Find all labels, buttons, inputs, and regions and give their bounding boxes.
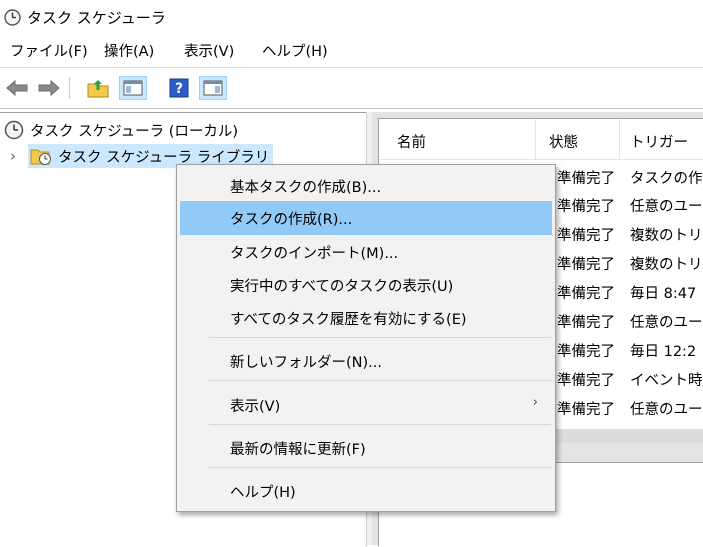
forward-arrow-icon[interactable] (37, 76, 61, 100)
trigger-cell: タスクの作 (630, 171, 703, 187)
status-cell: 準備完了 (557, 257, 615, 273)
list-header: 名前 状態 トリガー (379, 119, 703, 160)
menu-item-help[interactable]: ヘルプ(H) (180, 474, 552, 508)
trigger-cell: 毎日 8:47 (630, 286, 697, 302)
trigger-cell: 複数のトリ (630, 228, 703, 244)
up-folder-icon[interactable] (86, 76, 110, 100)
column-divider[interactable] (619, 119, 620, 159)
menu-help[interactable]: ヘルプ(H) (262, 42, 328, 62)
menu-item-enable-task-history[interactable]: すべてのタスク履歴を有効にする(E) (180, 301, 552, 335)
status-cell: 準備完了 (557, 402, 615, 418)
trigger-cell: 複数のトリ (630, 257, 703, 273)
menu-item-label: タスクのインポート(M)... (230, 246, 399, 262)
menu-item-label: ヘルプ(H) (230, 485, 296, 501)
column-header-status[interactable]: 状態 (549, 131, 578, 152)
menu-item-import-task[interactable]: タスクのインポート(M)... (180, 235, 552, 269)
menu-separator (209, 467, 551, 468)
toolbar-separator (69, 77, 70, 99)
context-menu: 基本タスクの作成(B)... タスクの作成(R)... タスクのインポート(M)… (176, 164, 556, 512)
menu-item-label: 新しいフォルダー(N)... (230, 355, 382, 371)
back-arrow-icon[interactable] (5, 76, 29, 100)
menu-separator (209, 380, 551, 381)
toolbar: ? (0, 68, 703, 109)
status-cell: 準備完了 (557, 171, 615, 187)
menu-action[interactable]: 操作(A) (104, 42, 154, 62)
clock-icon (4, 9, 21, 26)
column-header-trigger[interactable]: トリガー (630, 131, 688, 152)
status-cell: 準備完了 (557, 344, 615, 360)
menu-bar: ファイル(F) 操作(A) 表示(V) ヘルプ(H) (0, 36, 703, 68)
status-cell: 準備完了 (557, 228, 615, 244)
menu-file[interactable]: ファイル(F) (10, 42, 88, 62)
trigger-cell: 任意のユー (630, 315, 703, 331)
column-header-name[interactable]: 名前 (397, 131, 426, 152)
svg-text:?: ? (175, 81, 183, 97)
menu-item-label: 表示(V) (230, 399, 281, 415)
menu-item-view[interactable]: 表示(V) › (180, 388, 552, 422)
trigger-cell: イベント時 (630, 373, 703, 389)
menu-separator (209, 337, 551, 338)
menu-item-create-basic-task[interactable]: 基本タスクの作成(B)... (180, 169, 552, 203)
show-hide-action-pane-icon[interactable] (199, 76, 227, 100)
tree-item-label: タスク スケジューラ (ローカル) (30, 123, 239, 140)
show-hide-console-tree-icon[interactable] (119, 76, 147, 100)
column-divider[interactable] (535, 119, 536, 159)
clock-icon (4, 120, 24, 140)
menu-item-label: 基本タスクの作成(B)... (230, 180, 382, 196)
trigger-cell: 任意のユー (630, 402, 703, 418)
trigger-cell: 毎日 12:2 (630, 344, 697, 360)
menu-item-refresh[interactable]: 最新の情報に更新(F) (180, 431, 552, 465)
menu-item-create-task[interactable]: タスクの作成(R)... (180, 201, 552, 235)
menu-view[interactable]: 表示(V) (184, 42, 234, 62)
status-cell: 準備完了 (557, 199, 615, 215)
submenu-arrow-icon: › (532, 395, 538, 410)
status-cell: 準備完了 (557, 373, 615, 389)
menu-item-new-folder[interactable]: 新しいフォルダー(N)... (180, 344, 552, 378)
tree-item-local[interactable]: タスク スケジューラ (ローカル) (4, 119, 238, 141)
menu-item-label: 最新の情報に更新(F) (230, 442, 366, 458)
trigger-cell: 任意のユー (630, 199, 703, 215)
title-bar: タスク スケジューラ (0, 0, 703, 36)
menu-item-display-running-tasks[interactable]: 実行中のすべてのタスクの表示(U) (180, 268, 552, 302)
menu-item-label: すべてのタスク履歴を有効にする(E) (230, 312, 467, 328)
folder-clock-icon (30, 146, 52, 166)
help-icon[interactable]: ? (167, 76, 191, 100)
status-cell: 準備完了 (557, 315, 615, 331)
menu-separator (209, 424, 551, 425)
window-title: タスク スケジューラ (27, 9, 166, 27)
menu-item-label: タスクの作成(R)... (230, 212, 353, 228)
expander-chevron-icon[interactable]: › (10, 147, 28, 165)
menu-item-label: 実行中のすべてのタスクの表示(U) (230, 279, 454, 295)
status-cell: 準備完了 (557, 286, 615, 302)
